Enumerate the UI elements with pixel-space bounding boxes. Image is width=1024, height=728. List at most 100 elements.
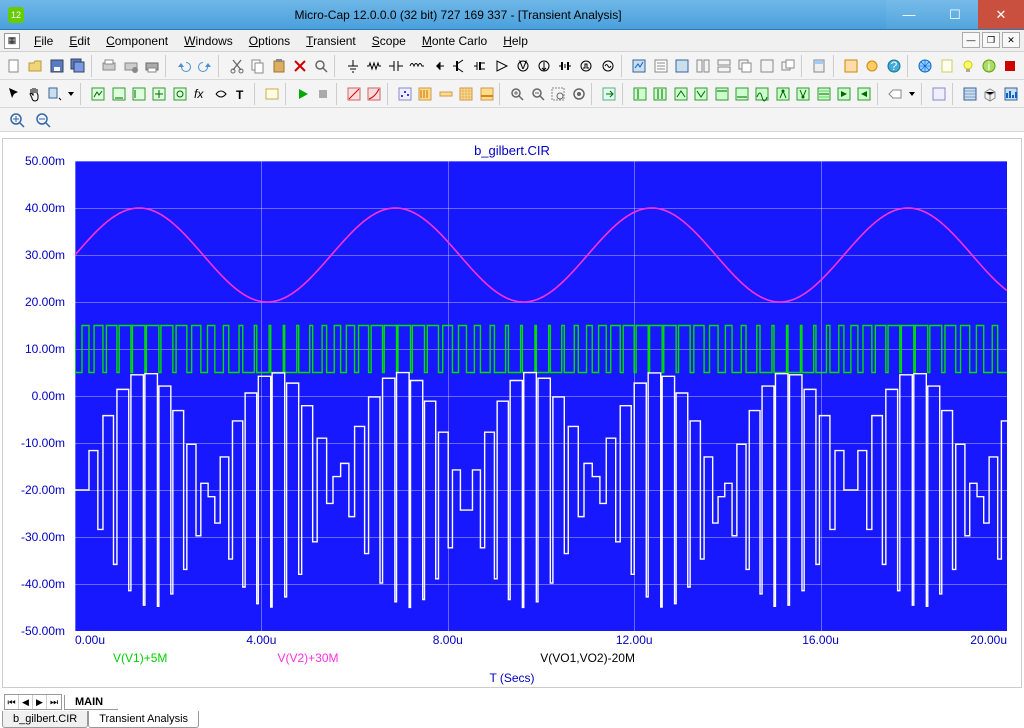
scale-auto-icon[interactable] bbox=[89, 83, 108, 105]
waveform-buffer-icon[interactable] bbox=[960, 83, 979, 105]
new-file-icon[interactable] bbox=[4, 55, 24, 77]
sheet-prev-button[interactable]: ◀ bbox=[19, 695, 33, 709]
ground-icon[interactable] bbox=[343, 55, 363, 77]
menu-component[interactable]: Component bbox=[98, 32, 176, 50]
chart-area[interactable]: b_gilbert.CIR 50.00m40.00m30.00m20.00m10… bbox=[3, 139, 1021, 687]
cursor-bot-icon[interactable] bbox=[794, 83, 813, 105]
mdi-close-button[interactable]: ✕ bbox=[1002, 32, 1020, 48]
source-i-icon[interactable] bbox=[534, 55, 554, 77]
sine-source-icon[interactable] bbox=[597, 55, 617, 77]
cursor-prev-icon[interactable] bbox=[855, 83, 874, 105]
mdi-restore-button[interactable]: ❐ bbox=[982, 32, 1000, 48]
performance-icon[interactable] bbox=[1001, 83, 1020, 105]
diode-icon[interactable] bbox=[428, 55, 448, 77]
menu-montecarlo[interactable]: Monte Carlo bbox=[414, 32, 495, 50]
menu-edit[interactable]: Edit bbox=[61, 32, 98, 50]
sheet-first-button[interactable]: ⏮ bbox=[5, 695, 19, 709]
nmos-icon[interactable] bbox=[470, 55, 490, 77]
pointer-icon[interactable] bbox=[4, 83, 23, 105]
redo-icon[interactable] bbox=[195, 55, 215, 77]
cursor-top-icon[interactable] bbox=[773, 83, 792, 105]
print-setup-icon[interactable] bbox=[121, 55, 141, 77]
cursor-drop-icon[interactable] bbox=[45, 83, 64, 105]
undo-icon[interactable] bbox=[174, 55, 194, 77]
numeric-output-icon[interactable] bbox=[262, 83, 281, 105]
lightbulb-icon[interactable] bbox=[958, 55, 978, 77]
maximize-child-icon[interactable] bbox=[756, 55, 776, 77]
log-scale-icon[interactable] bbox=[364, 83, 383, 105]
text-icon[interactable]: T bbox=[231, 83, 250, 105]
zoom-in-icon[interactable] bbox=[508, 83, 527, 105]
inductor-icon[interactable] bbox=[407, 55, 427, 77]
zoom-out-icon[interactable] bbox=[528, 83, 547, 105]
stop-icon[interactable] bbox=[313, 83, 332, 105]
script-icon[interactable] bbox=[937, 55, 957, 77]
analysis-plot-icon[interactable] bbox=[672, 55, 692, 77]
zoom-full-icon[interactable] bbox=[569, 83, 588, 105]
doc-tab-analysis[interactable]: Transient Analysis bbox=[88, 711, 199, 728]
tile-v-icon[interactable] bbox=[693, 55, 713, 77]
scale-restore-icon[interactable] bbox=[150, 83, 169, 105]
close-button[interactable]: ✕ bbox=[978, 0, 1024, 29]
menu-options[interactable]: Options bbox=[241, 32, 298, 50]
cursor-inflect-icon[interactable] bbox=[753, 83, 772, 105]
sheet-next-button[interactable]: ▶ bbox=[33, 695, 47, 709]
minimize-button[interactable]: — bbox=[886, 0, 932, 29]
scale-x-icon[interactable] bbox=[109, 83, 128, 105]
source-v-icon[interactable]: V bbox=[513, 55, 533, 77]
print-icon[interactable] bbox=[142, 55, 162, 77]
component-panel-icon[interactable] bbox=[841, 55, 861, 77]
copy-icon[interactable] bbox=[248, 55, 268, 77]
battery-icon[interactable] bbox=[555, 55, 575, 77]
pan-icon[interactable] bbox=[24, 83, 43, 105]
tokens-icon[interactable] bbox=[416, 83, 435, 105]
capacitor-icon[interactable] bbox=[385, 55, 405, 77]
open-file-icon[interactable] bbox=[25, 55, 45, 77]
maximize-button[interactable]: ☐ bbox=[932, 0, 978, 29]
help-icon[interactable]: ? bbox=[884, 55, 904, 77]
menu-help[interactable]: Help bbox=[495, 32, 536, 50]
menu-transient[interactable]: Transient bbox=[298, 32, 364, 50]
zoom-out2-icon[interactable] bbox=[32, 109, 54, 131]
minor-grid-icon[interactable] bbox=[456, 83, 475, 105]
cursor-1-icon[interactable] bbox=[630, 83, 649, 105]
pulse-source-icon[interactable] bbox=[576, 55, 596, 77]
npn-icon[interactable] bbox=[449, 55, 469, 77]
scale-fit-icon[interactable] bbox=[170, 83, 189, 105]
cut-icon[interactable] bbox=[226, 55, 246, 77]
exit-analysis-icon[interactable] bbox=[600, 83, 619, 105]
paste-icon[interactable] bbox=[269, 55, 289, 77]
doc-tab-circuit[interactable]: b_gilbert.CIR bbox=[2, 711, 88, 728]
cursor-next-icon[interactable] bbox=[834, 83, 853, 105]
info-icon[interactable]: i bbox=[979, 55, 999, 77]
cursor-high-icon[interactable] bbox=[712, 83, 731, 105]
scale-y-icon[interactable] bbox=[129, 83, 148, 105]
resistor-icon[interactable] bbox=[364, 55, 384, 77]
cursor-low-icon[interactable] bbox=[732, 83, 751, 105]
analysis-run-icon[interactable] bbox=[629, 55, 649, 77]
data-points-icon[interactable] bbox=[395, 83, 414, 105]
ruler-icon[interactable] bbox=[436, 83, 455, 105]
stop2-icon[interactable] bbox=[1000, 55, 1020, 77]
cursor-valley-icon[interactable] bbox=[692, 83, 711, 105]
mdi-minimize-button[interactable]: — bbox=[962, 32, 980, 48]
print-preview-icon[interactable] bbox=[99, 55, 119, 77]
cascade-icon[interactable] bbox=[735, 55, 755, 77]
menu-file[interactable]: File bbox=[26, 32, 61, 50]
dropdown2-icon[interactable] bbox=[906, 83, 918, 105]
baseline-icon[interactable] bbox=[477, 83, 496, 105]
sheet-last-button[interactable]: ⏭ bbox=[47, 695, 61, 709]
properties-icon[interactable] bbox=[929, 83, 948, 105]
function-icon[interactable]: fx bbox=[191, 83, 210, 105]
plot-region[interactable] bbox=[75, 161, 1007, 631]
run-icon[interactable] bbox=[293, 83, 312, 105]
model-icon[interactable] bbox=[862, 55, 882, 77]
3d-icon[interactable] bbox=[980, 83, 999, 105]
cursor-peak-icon[interactable] bbox=[671, 83, 690, 105]
zoom-region-icon[interactable] bbox=[548, 83, 567, 105]
opamp-icon[interactable] bbox=[491, 55, 511, 77]
menu-windows[interactable]: Windows bbox=[176, 32, 241, 50]
globe-icon[interactable] bbox=[915, 55, 935, 77]
envelope-icon[interactable] bbox=[211, 83, 230, 105]
mdi-system-icon[interactable]: ▦ bbox=[4, 33, 20, 49]
